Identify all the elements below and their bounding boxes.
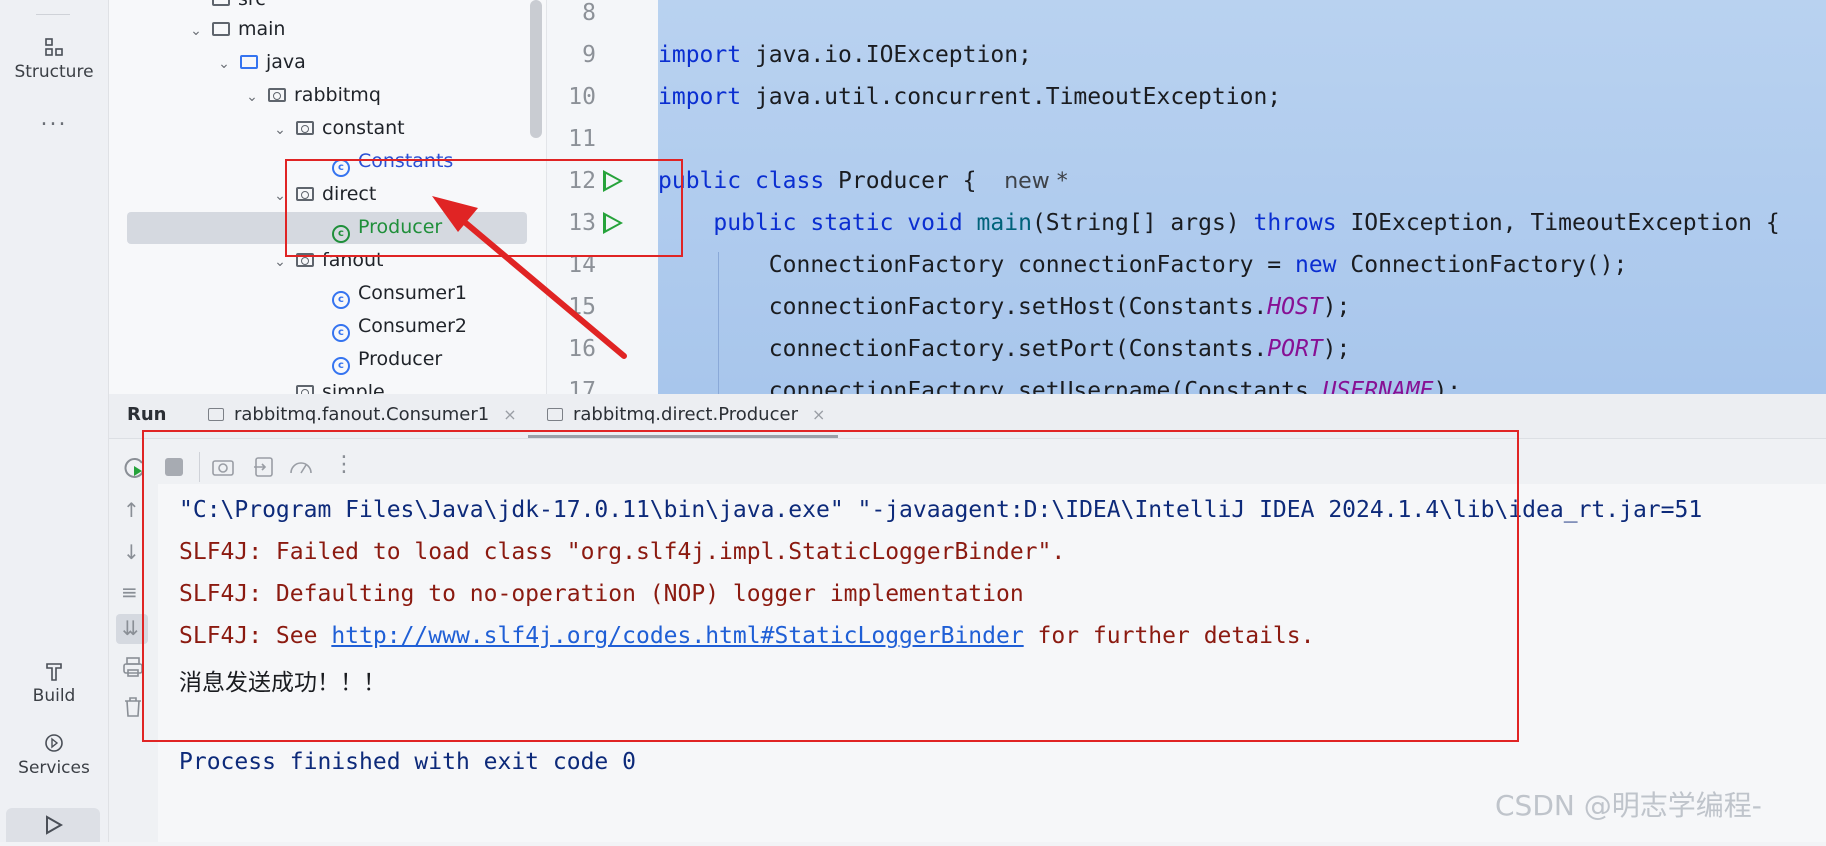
watermark: CSDN @明志学编程- bbox=[1495, 789, 1762, 822]
annotation-arrow bbox=[432, 196, 627, 359]
